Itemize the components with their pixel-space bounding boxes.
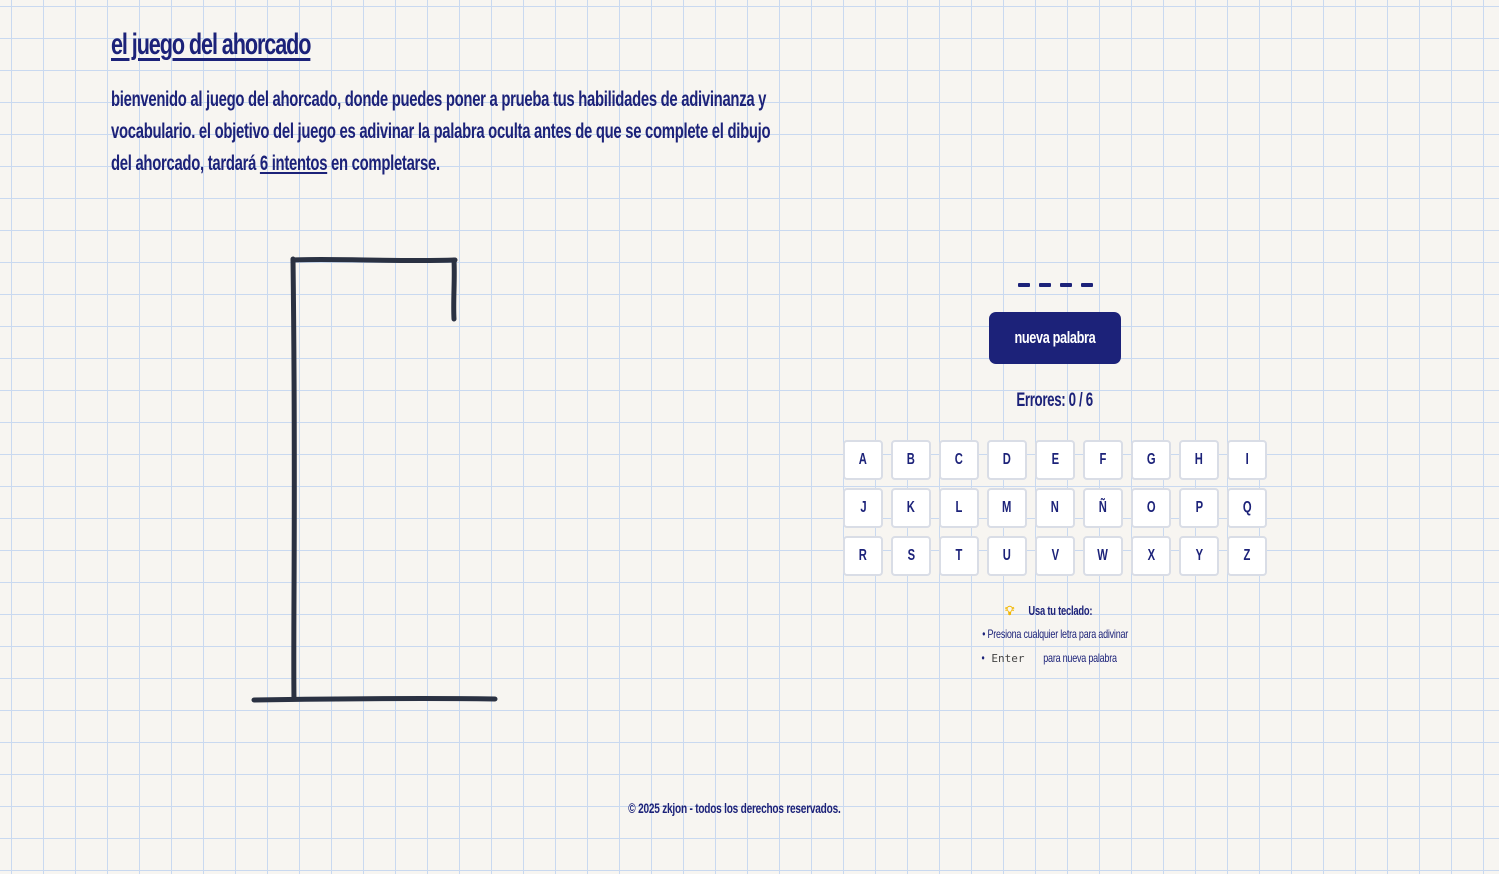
letter-blank <box>1038 283 1051 287</box>
letter-key-k[interactable]: K <box>891 488 931 528</box>
letter-key-j[interactable]: J <box>843 488 883 528</box>
hints-title: 💡︎ Usa tu teclado: <box>935 600 1175 622</box>
letter-key-w[interactable]: W <box>1083 536 1123 576</box>
gallows-drawing <box>251 256 498 703</box>
gallows-base <box>251 696 498 703</box>
letter-key-s[interactable]: S <box>891 536 931 576</box>
letter-key-c[interactable]: C <box>939 440 979 480</box>
errors-counter: Errores: 0 / 6 <box>1016 390 1094 411</box>
letter-key-y[interactable]: Y <box>1179 536 1219 576</box>
letter-key-l[interactable]: L <box>939 488 979 528</box>
letter-key-z[interactable]: Z <box>1227 536 1267 576</box>
letter-key-a[interactable]: A <box>843 440 883 480</box>
letter-key-e[interactable]: E <box>1035 440 1075 480</box>
enter-key-label: Enter <box>991 652 1025 665</box>
letter-key-m[interactable]: M <box>987 488 1027 528</box>
gallows-pole <box>290 256 297 702</box>
letter-key-p[interactable]: P <box>1179 488 1219 528</box>
letter-key-q[interactable]: Q <box>1227 488 1267 528</box>
letter-key-t[interactable]: T <box>939 536 979 576</box>
letter-key-d[interactable]: D <box>987 440 1027 480</box>
gallows-beam <box>290 256 458 264</box>
intro-text-start: bienvenido al juego del ahorcado, donde … <box>111 88 771 175</box>
letter-key-ñ[interactable]: Ñ <box>1083 488 1123 528</box>
new-word-button[interactable]: nueva palabra <box>989 312 1121 364</box>
letter-blank <box>1059 283 1072 287</box>
letter-key-x[interactable]: X <box>1131 536 1171 576</box>
hint-letters: • Presiona cualquier letra para adivinar <box>982 627 1128 641</box>
letter-key-f[interactable]: F <box>1083 440 1123 480</box>
keyboard-hints: 💡︎ Usa tu teclado: • Presiona cualquier l… <box>935 600 1175 670</box>
footer: © 2025 zkjon - todos los derechos reserv… <box>627 800 841 816</box>
letter-key-u[interactable]: U <box>987 536 1027 576</box>
letter-key-n[interactable]: N <box>1035 488 1075 528</box>
intro-text-end: en completarse. <box>327 152 440 175</box>
letter-key-v[interactable]: V <box>1035 536 1075 576</box>
letter-key-h[interactable]: H <box>1179 440 1219 480</box>
letter-blank <box>1080 283 1093 287</box>
letter-keyboard: ABCDEFGHI JKLMNÑOPQ RSTUVWXYZ <box>843 440 1267 576</box>
letter-key-b[interactable]: B <box>891 440 931 480</box>
letter-key-g[interactable]: G <box>1131 440 1171 480</box>
lightbulb-icon: 💡︎ <box>1005 603 1015 618</box>
hint-enter: • Enter para nueva palabra <box>935 646 1175 670</box>
gallows-rope <box>451 257 457 322</box>
letter-key-r[interactable]: R <box>843 536 883 576</box>
hidden-word <box>1000 262 1110 287</box>
attempts-link: 6 intentos <box>259 152 328 175</box>
letter-key-o[interactable]: O <box>1131 488 1171 528</box>
intro-text: bienvenido al juego del ahorcado, donde … <box>111 84 783 180</box>
page-title: el juego del ahorcado <box>111 28 311 61</box>
letter-key-i[interactable]: I <box>1227 440 1267 480</box>
letter-blank <box>1017 283 1030 287</box>
